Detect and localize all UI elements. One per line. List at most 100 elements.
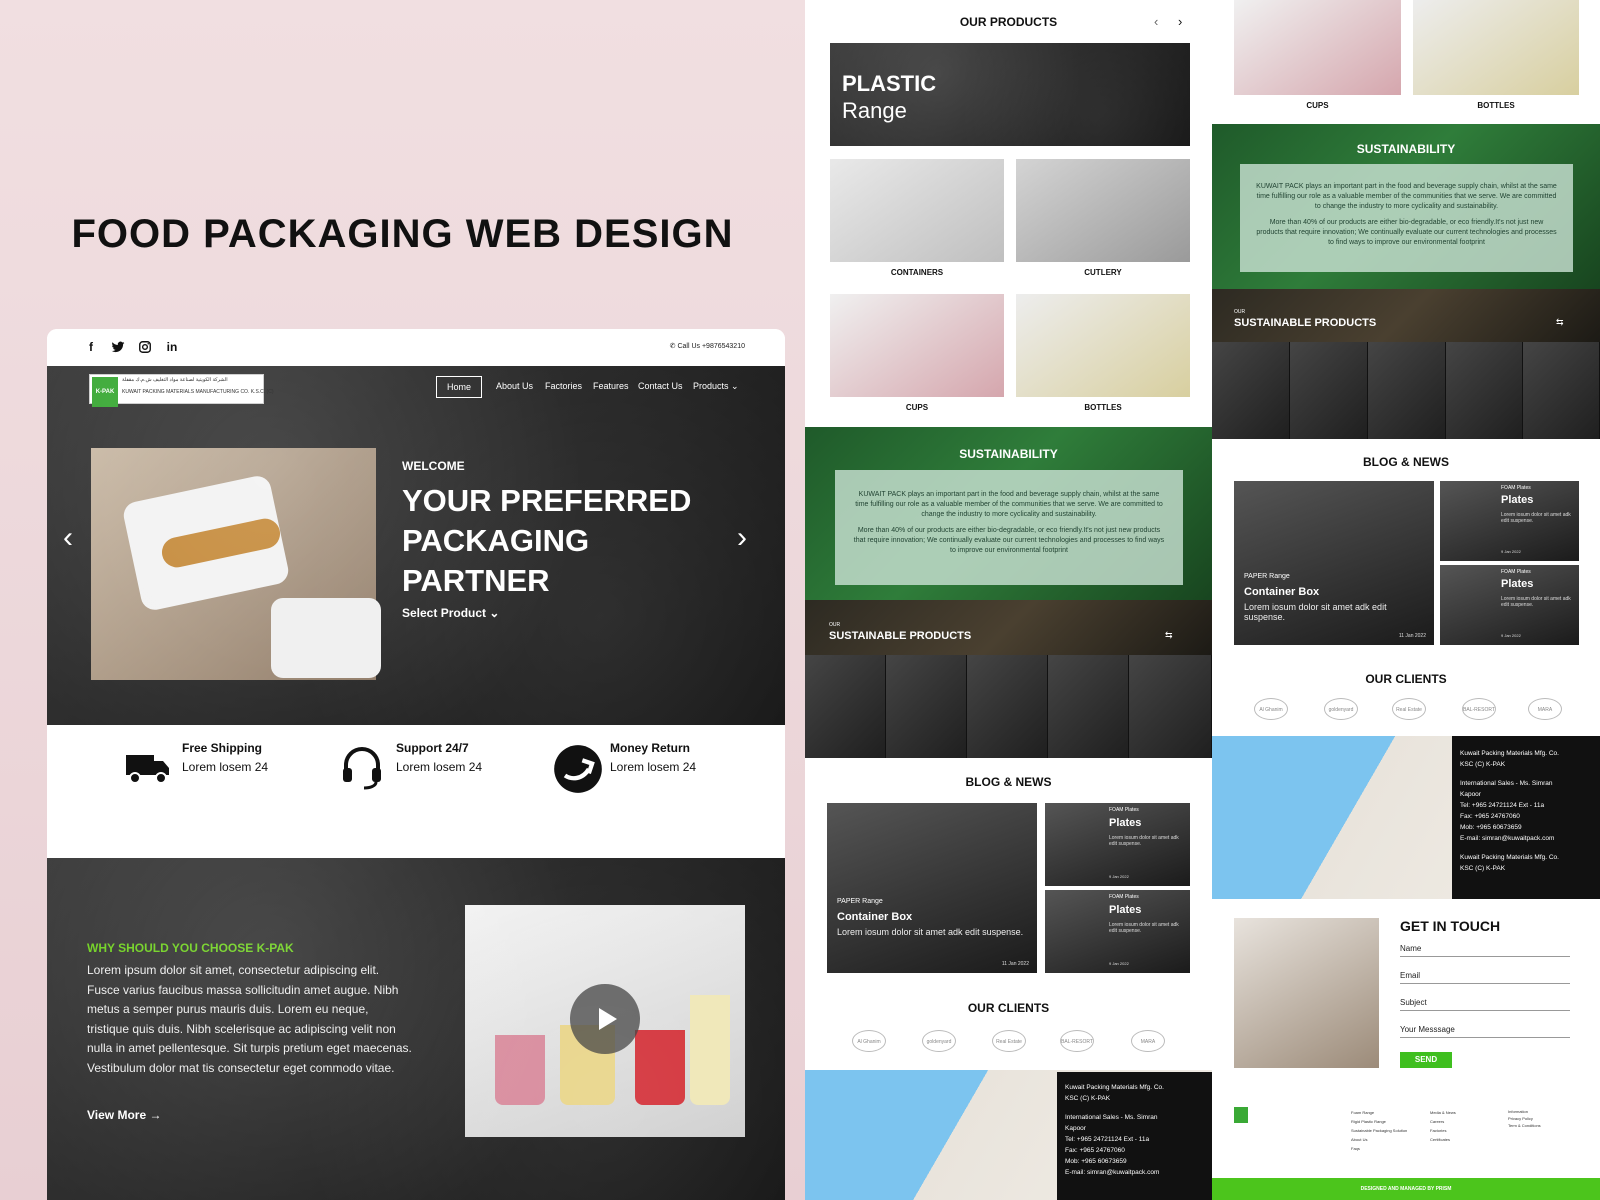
footer-link[interactable]: About Us bbox=[1351, 1135, 1407, 1144]
blog-main-card[interactable]: PAPER Range Container Box Lorem iosum do… bbox=[1234, 481, 1434, 645]
sustainable-product-thumb[interactable] bbox=[805, 655, 886, 758]
blog-side-card[interactable]: FOAM Plates Plates Lorem iosum dolor sit… bbox=[1440, 565, 1579, 645]
chevron-down-icon: ⌄ bbox=[731, 381, 739, 391]
sustainability-text-box: KUWAIT PACK plays an important part in t… bbox=[835, 470, 1183, 585]
sustainable-product-thumb[interactable] bbox=[1446, 342, 1523, 439]
sustainable-product-thumb[interactable] bbox=[967, 655, 1048, 758]
nav-contact[interactable]: Contact Us bbox=[638, 381, 683, 391]
blog-side-card[interactable]: FOAM Plates Plates Lorem iosum dolor sit… bbox=[1045, 890, 1190, 973]
sustainable-product-thumb[interactable] bbox=[1212, 342, 1290, 439]
why-body: Lorem ipsum dolor sit amet, consectetur … bbox=[87, 963, 412, 1075]
client-logo[interactable]: MARA bbox=[1528, 698, 1562, 720]
hero-prev-arrow[interactable]: ‹ bbox=[63, 521, 73, 555]
sustainable-product-thumb[interactable] bbox=[1290, 342, 1368, 439]
inner-page-column-2: CUPS BOTTLES SUSTAINABILITY KUWAIT PACK … bbox=[1212, 0, 1600, 1200]
view-more-label: View More bbox=[87, 1108, 147, 1122]
chevron-left-icon[interactable]: ‹ bbox=[1154, 14, 1158, 29]
feature-subtitle: Lorem losem 24 bbox=[610, 760, 697, 774]
product-tile-cups[interactable] bbox=[830, 294, 1004, 397]
map-card-line: Fax: +965 24767060 bbox=[1065, 1147, 1125, 1154]
headset-icon bbox=[338, 743, 386, 791]
footer-link[interactable]: Rigid Plastic Range bbox=[1351, 1117, 1407, 1126]
instagram-icon[interactable] bbox=[138, 340, 152, 354]
carousel-arrows-icon[interactable]: ⇆ bbox=[1556, 317, 1564, 328]
client-logo[interactable]: Al Ghanim bbox=[1254, 698, 1288, 720]
footer-link[interactable]: Term & Conditions bbox=[1508, 1122, 1541, 1129]
blog-main-card[interactable]: PAPER Range Container Box Lorem iosum do… bbox=[827, 803, 1037, 973]
blog-side-card[interactable]: FOAM Plates Plates Lorem iosum dolor sit… bbox=[1440, 481, 1579, 561]
footer-bar: DESIGNED AND MANAGED BY PRISM bbox=[1212, 1178, 1600, 1200]
banner-title: PLASTIC bbox=[842, 71, 937, 96]
sustainable-product-thumb[interactable] bbox=[1048, 655, 1129, 758]
footer-link[interactable]: Information bbox=[1508, 1108, 1541, 1115]
footer-link[interactable]: Factories bbox=[1430, 1126, 1456, 1135]
sustainability-paragraph: KUWAIT PACK plays an important part in t… bbox=[1256, 183, 1557, 210]
twitter-icon[interactable] bbox=[111, 340, 125, 354]
blog-tag: PAPER Range bbox=[837, 898, 883, 905]
why-title: WHY SHOULD YOU CHOOSE K-PAK bbox=[87, 941, 294, 955]
footer-link[interactable]: Media & News bbox=[1430, 1108, 1456, 1117]
plastic-range-banner[interactable]: PLASTIC Range bbox=[830, 43, 1190, 146]
footer-link[interactable]: Certificates bbox=[1430, 1135, 1456, 1144]
client-logo[interactable]: Al Ghanim bbox=[852, 1030, 886, 1052]
map-card-line: Kuwait Packing Materials Mfg. Co. bbox=[1065, 1084, 1164, 1091]
blog-title: BLOG & NEWS bbox=[1363, 455, 1449, 469]
product-tile-bottles[interactable] bbox=[1413, 0, 1579, 95]
client-logo[interactable]: goldenyard bbox=[1324, 698, 1358, 720]
location-map[interactable]: Kuwait Packing Materials Mfg. Co. KSC (C… bbox=[1212, 736, 1600, 899]
sustainable-product-thumb[interactable] bbox=[1129, 655, 1212, 758]
hero-next-arrow[interactable]: › bbox=[737, 521, 747, 555]
footer-link[interactable]: Privacy Policy bbox=[1508, 1115, 1541, 1122]
feature-support: Support 24/7 Lorem losem 24 bbox=[338, 737, 508, 809]
nav-about[interactable]: About Us bbox=[496, 381, 533, 391]
blog-side-card[interactable]: FOAM Plates Plates Lorem iosum dolor sit… bbox=[1045, 803, 1190, 886]
play-button[interactable] bbox=[570, 984, 640, 1054]
call-us-text[interactable]: ✆ Call Us +9876543210 bbox=[670, 342, 745, 350]
product-tile-bottles[interactable] bbox=[1016, 294, 1190, 397]
facebook-icon[interactable]: f bbox=[84, 340, 98, 354]
email-field[interactable]: Email bbox=[1400, 971, 1570, 984]
nav-home[interactable]: Home bbox=[436, 376, 483, 398]
company-logo[interactable]: K-PAK الشركة الكويتية لصناعة مواد التغلي… bbox=[89, 374, 274, 407]
nav-features[interactable]: Features bbox=[593, 381, 629, 391]
footer-link[interactable]: Foam Range bbox=[1351, 1108, 1407, 1117]
nav-factories[interactable]: Factories bbox=[545, 381, 582, 391]
sustainable-product-thumb[interactable] bbox=[886, 655, 967, 758]
product-tile-cups[interactable] bbox=[1234, 0, 1401, 95]
carousel-arrows-icon[interactable]: ⇆ bbox=[1165, 630, 1173, 641]
client-logo[interactable]: Real Estate bbox=[1392, 698, 1426, 720]
product-tile-cutlery[interactable] bbox=[1016, 159, 1190, 262]
footer-link[interactable]: Careers bbox=[1430, 1117, 1456, 1126]
client-logo[interactable]: Real Estate bbox=[992, 1030, 1026, 1052]
client-logo[interactable]: BAL-RESORT bbox=[1060, 1030, 1094, 1052]
map-card-line: International Sales - Ms. Simran bbox=[1460, 780, 1553, 787]
video-thumbnail[interactable] bbox=[465, 905, 745, 1137]
footer-link[interactable]: Faqs bbox=[1351, 1144, 1407, 1153]
send-button[interactable]: SEND bbox=[1400, 1052, 1452, 1068]
map-card-line: Tel: +965 24721124 Ext - 11a bbox=[1065, 1136, 1150, 1143]
blog-date: 9 Jan 2022 bbox=[1501, 633, 1521, 638]
linkedin-icon[interactable]: in bbox=[165, 340, 179, 354]
nav-products[interactable]: Products ⌄ bbox=[693, 381, 739, 392]
select-product-dropdown[interactable]: Select Product ⌄ bbox=[402, 606, 499, 620]
name-field[interactable]: Name bbox=[1400, 944, 1570, 957]
client-logo[interactable]: BAL-RESORT bbox=[1462, 698, 1496, 720]
sustainable-products-strip bbox=[1212, 342, 1600, 439]
client-logo[interactable]: MARA bbox=[1131, 1030, 1165, 1052]
chevron-right-icon[interactable]: › bbox=[1178, 14, 1182, 29]
footer-links-3: Information Privacy Policy Term & Condit… bbox=[1508, 1108, 1541, 1129]
footer-link[interactable]: Sustainable Packaging Solution bbox=[1351, 1126, 1407, 1135]
product-caption: BOTTLES bbox=[1084, 403, 1122, 412]
product-tile-containers[interactable] bbox=[830, 159, 1004, 262]
map-card-line: International Sales - Ms. Simran bbox=[1065, 1114, 1158, 1121]
client-logo[interactable]: goldenyard bbox=[922, 1030, 956, 1052]
message-field[interactable]: Your Messsage bbox=[1400, 1025, 1570, 1038]
view-more-link[interactable]: View More → bbox=[87, 1108, 161, 1122]
footer-logo[interactable] bbox=[1234, 1107, 1248, 1123]
sustainable-product-thumb[interactable] bbox=[1523, 342, 1600, 439]
feature-title: Money Return bbox=[610, 741, 691, 755]
sustainable-products-title: SUSTAINABLE PRODUCTS bbox=[829, 630, 972, 642]
sustainable-product-thumb[interactable] bbox=[1368, 342, 1446, 439]
subject-field[interactable]: Subject bbox=[1400, 998, 1570, 1011]
location-map[interactable]: Kuwait Packing Materials Mfg. Co. KSC (C… bbox=[805, 1070, 1212, 1200]
